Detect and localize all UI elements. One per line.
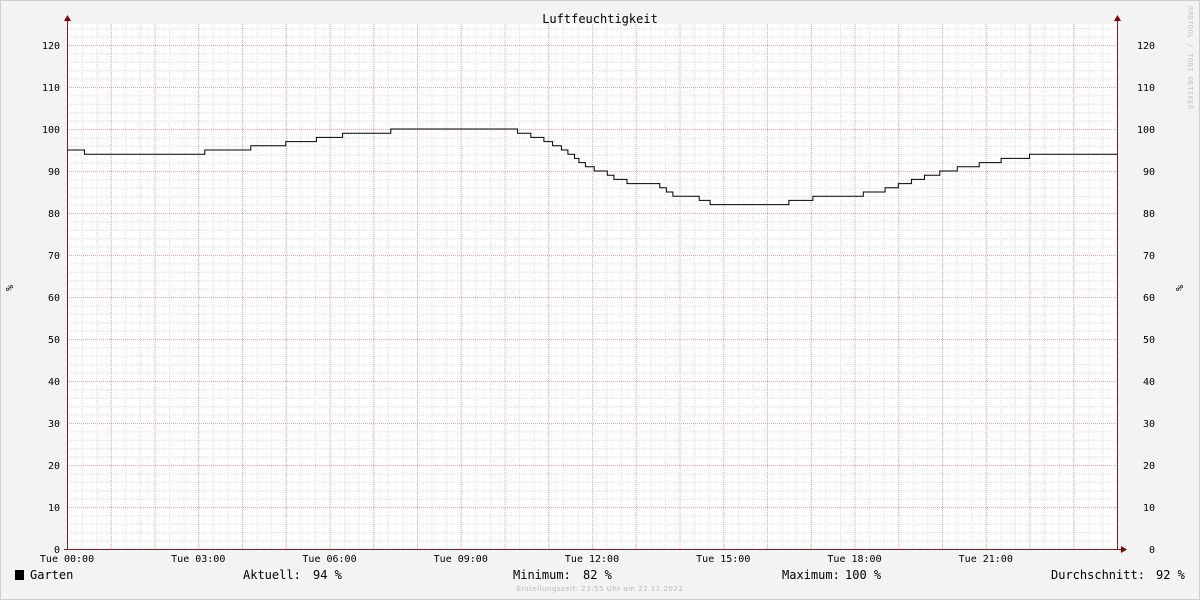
y-tick-label-right: 100 (1137, 125, 1155, 136)
x-tick-label: Tue 21:00 (959, 554, 1013, 565)
creation-time: Erstellungszeit: 23:55 Uhr am 22.11.2022 (516, 585, 684, 593)
y-tick-label-left: 40 (48, 377, 60, 388)
maximum-value: 100 % (845, 568, 882, 582)
y-tick-label-right: 10 (1143, 503, 1155, 514)
watermark: RRDTOOL / TOBI OETIKER (1186, 6, 1194, 110)
x-tick-label: Tue 09:00 (434, 554, 488, 565)
y-tick-label-left: 110 (42, 83, 60, 94)
y-tick-label-left: 10 (48, 503, 60, 514)
y-tick-label-left: 50 (48, 335, 60, 346)
chart-title: Luftfeuchtigkeit (542, 12, 658, 26)
x-tick-label: Tue 15:00 (696, 554, 750, 565)
y-tick-label-left: 60 (48, 293, 60, 304)
y-tick-label-right: 110 (1137, 83, 1155, 94)
y-tick-label-right: 70 (1143, 251, 1155, 262)
y-tick-label-right: 50 (1143, 335, 1155, 346)
legend-series-name: Garten (30, 568, 74, 582)
minimum-value: 82 % (583, 568, 612, 582)
average-label: Durchschnitt: (1051, 568, 1145, 582)
x-axis-arrow (1121, 546, 1127, 553)
x-tick-label: Tue 12:00 (565, 554, 619, 565)
y-axis-label-left: % (5, 285, 16, 291)
y-axis-arrow-right (1114, 15, 1121, 21)
average-value: 92 % (1156, 568, 1185, 582)
x-tick-label: Tue 06:00 (302, 554, 356, 565)
y-axis-label-right: % (1175, 285, 1186, 291)
minimum-label: Minimum: (513, 568, 571, 582)
humidity-chart: 0 010 1020 2030 3040 4050 5060 6070 7080 8090 9010… (0, 0, 1200, 600)
y-tick-label-left: 120 (42, 41, 60, 52)
current-value: 94 % (313, 568, 342, 582)
x-tick-label: Tue 18:00 (827, 554, 881, 565)
y-tick-label-right: 40 (1143, 377, 1155, 388)
graph-panel: 0 0 10 10 20 20 30 30 40 40 50 50 60 60 70 70 80 80 90 90 10… (0, 0, 1200, 600)
y-axis-arrow-left (64, 15, 71, 21)
y-tick-label-left: 100 (42, 125, 60, 136)
maximum-label: Maximum: (782, 568, 840, 582)
y-tick-label-left: 20 (48, 461, 60, 472)
y-tick-label-left: 80 (48, 209, 60, 220)
y-tick-label-left: 70 (48, 251, 60, 262)
legend: Garten Aktuell: 94 % Minimum: 82 % Maxim… (0, 565, 1200, 587)
x-tick-label: Tue 03:00 (171, 554, 225, 565)
y-tick-label-right: 20 (1143, 461, 1155, 472)
y-tick-label-right: 80 (1143, 209, 1155, 220)
y-tick-label-left: 30 (48, 419, 60, 430)
series-swatch (15, 570, 24, 580)
y-tick-label-left: 90 (48, 167, 60, 178)
y-tick-label-right: 90 (1143, 167, 1155, 178)
y-tick-label-right: 30 (1143, 419, 1155, 430)
y-tick-label-right: 120 (1137, 41, 1155, 52)
y-tick-label-right: 0 (1149, 545, 1155, 556)
y-tick-label-right: 60 (1143, 293, 1155, 304)
current-label: Aktuell: (243, 568, 301, 582)
x-tick-label: Tue 00:00 (40, 554, 94, 565)
